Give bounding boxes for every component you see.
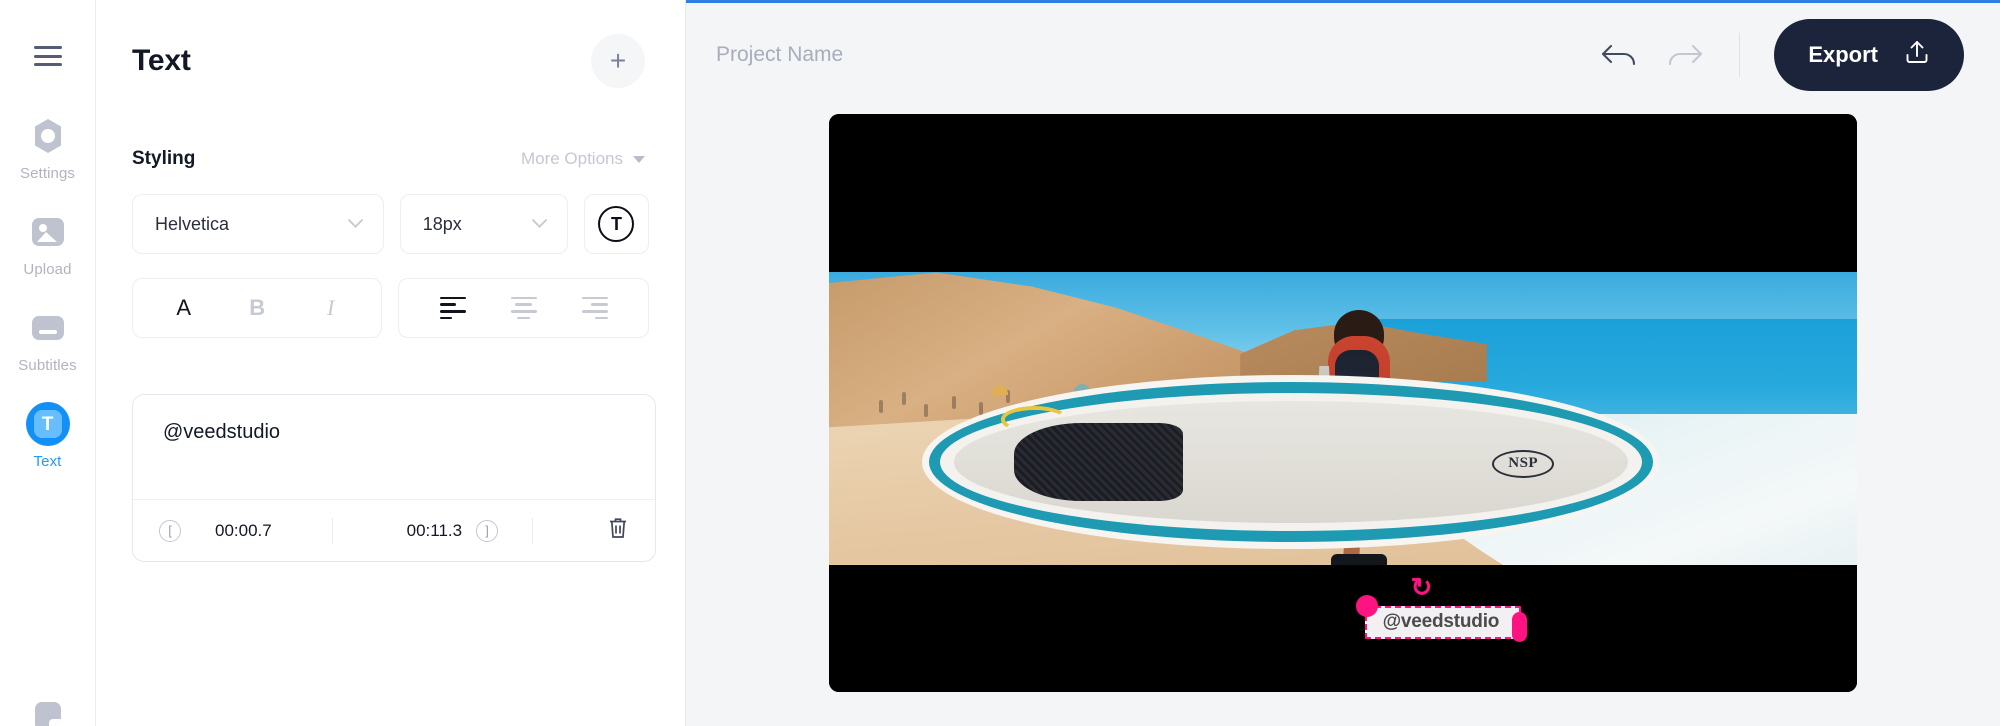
overlay-text: @veedstudio: [1382, 611, 1500, 632]
text-icon-circle: T: [25, 402, 70, 446]
divider: [532, 517, 534, 544]
letterbox-bottom: [829, 565, 1857, 692]
page-title: Text: [132, 44, 191, 77]
video-canvas[interactable]: NSP ↻ @veedstudio: [829, 114, 1857, 692]
sidebar-item-upload[interactable]: Upload: [0, 210, 95, 278]
redo-arrow-icon: [1665, 41, 1705, 70]
font-family-select[interactable]: Helvetica: [132, 194, 384, 254]
more-options-label: More Options: [520, 149, 623, 168]
rail-item-list: Settings Upload Subtitles T Text: [0, 114, 95, 498]
text-layer-content: @veedstudio: [163, 421, 281, 443]
chevron-down-icon: [633, 155, 645, 163]
end-bracket-icon[interactable]: ]: [476, 519, 499, 542]
text-layer-body[interactable]: @veedstudio: [133, 395, 655, 499]
leash-cord: [1000, 406, 1069, 433]
undo-arrow-icon: [1599, 41, 1639, 70]
hamburger-bar: [33, 54, 62, 58]
text-overlay-selection[interactable]: ↻ @veedstudio: [1355, 574, 1528, 642]
gear-nut-icon: [26, 114, 70, 158]
topbar-actions: Export: [1599, 19, 1964, 91]
canvas-stage: NSP ↻ @veedstudio: [686, 107, 2000, 726]
format-controls-row: A B I: [132, 278, 649, 338]
text-overlay-box[interactable]: @veedstudio: [1355, 595, 1528, 642]
traction-pad: [1014, 423, 1184, 501]
elements-sticker-icon: [26, 696, 70, 726]
upload-share-icon: [1904, 39, 1930, 71]
font-size-select[interactable]: 18px: [399, 194, 568, 254]
align-right-button[interactable]: [569, 286, 621, 330]
align-center-icon: [510, 296, 537, 320]
sidebar-item-text[interactable]: T Text: [0, 402, 95, 470]
panel-header: Text +: [132, 0, 649, 88]
divider: [331, 517, 333, 544]
resize-handle-corner[interactable]: [1355, 595, 1378, 617]
redo-button[interactable]: [1665, 41, 1705, 70]
start-time-value[interactable]: 00:00.7: [215, 521, 272, 541]
letterbox-top: [829, 114, 1857, 272]
hamburger-bar: [33, 63, 62, 66]
font-style-group: A B I: [132, 278, 383, 338]
image-upload-icon: [26, 210, 70, 254]
text-align-group: [398, 278, 649, 338]
export-label: Export: [1808, 42, 1878, 67]
more-options-toggle[interactable]: More Options: [521, 149, 645, 169]
italic-button[interactable]: I: [305, 286, 357, 330]
regular-button[interactable]: A: [158, 286, 210, 330]
sidebar-item-label: Settings: [20, 165, 75, 182]
sidebar-item-label: Text: [33, 453, 62, 470]
sidebar-item-settings[interactable]: Settings: [0, 114, 95, 182]
subtitles-icon: [26, 306, 70, 350]
font-family-value: Helvetica: [155, 213, 230, 234]
text-icon-glyph: T: [33, 410, 62, 438]
undo-button[interactable]: [1599, 41, 1639, 70]
text-panel: Text + Styling More Options Helvetica 18…: [96, 0, 686, 726]
text-layer-timing: [ 00:00.7 00:11.3 ]: [133, 499, 655, 561]
chevron-down-icon: [347, 211, 363, 228]
styling-title: Styling: [132, 148, 196, 169]
rotate-icon[interactable]: ↻: [1411, 574, 1433, 600]
editor-topbar: Export: [686, 3, 2000, 107]
divider: [1739, 33, 1741, 77]
sidebar-item-subtitles[interactable]: Subtitles: [0, 306, 95, 374]
start-bracket-icon[interactable]: [: [159, 519, 181, 542]
font-size-value: 18px: [422, 213, 462, 234]
add-text-button[interactable]: +: [591, 34, 645, 88]
bold-button[interactable]: B: [231, 286, 283, 330]
end-time-value[interactable]: 00:11.3: [407, 521, 462, 541]
styling-section-header: Styling More Options: [132, 148, 649, 170]
text-color-button[interactable]: T: [583, 194, 649, 254]
sidebar-item-elements[interactable]: [0, 696, 95, 726]
export-button[interactable]: Export: [1774, 19, 1964, 91]
sidebar-item-label: Upload: [23, 261, 72, 278]
align-center-button[interactable]: [498, 286, 550, 330]
editor-area: Export: [686, 0, 2000, 726]
left-rail: Settings Upload Subtitles T Text: [0, 0, 96, 726]
veed-editor-app: Settings Upload Subtitles T Text Text + …: [0, 0, 2000, 726]
sidebar-item-label: Subtitles: [18, 357, 77, 374]
resize-handle-right[interactable]: [1512, 612, 1528, 642]
surfboard: NSP: [928, 382, 1654, 542]
hamburger-icon[interactable]: [33, 46, 62, 66]
align-left-icon: [439, 296, 466, 320]
hamburger-bar: [33, 46, 62, 49]
trash-icon[interactable]: [607, 516, 629, 545]
align-right-icon: [581, 296, 608, 320]
text-layer-card[interactable]: @veedstudio [ 00:00.7 00:11.3 ]: [132, 394, 656, 562]
board-logo: NSP: [1492, 449, 1555, 478]
text-t-icon: T: [25, 402, 70, 446]
text-color-icon: T: [598, 206, 635, 242]
align-left-button[interactable]: [427, 286, 479, 330]
font-controls-row: Helvetica 18px T: [132, 194, 649, 254]
project-name-input[interactable]: [716, 43, 1136, 67]
chevron-down-icon: [531, 211, 548, 228]
surfboard-deck: NSP: [953, 401, 1629, 523]
